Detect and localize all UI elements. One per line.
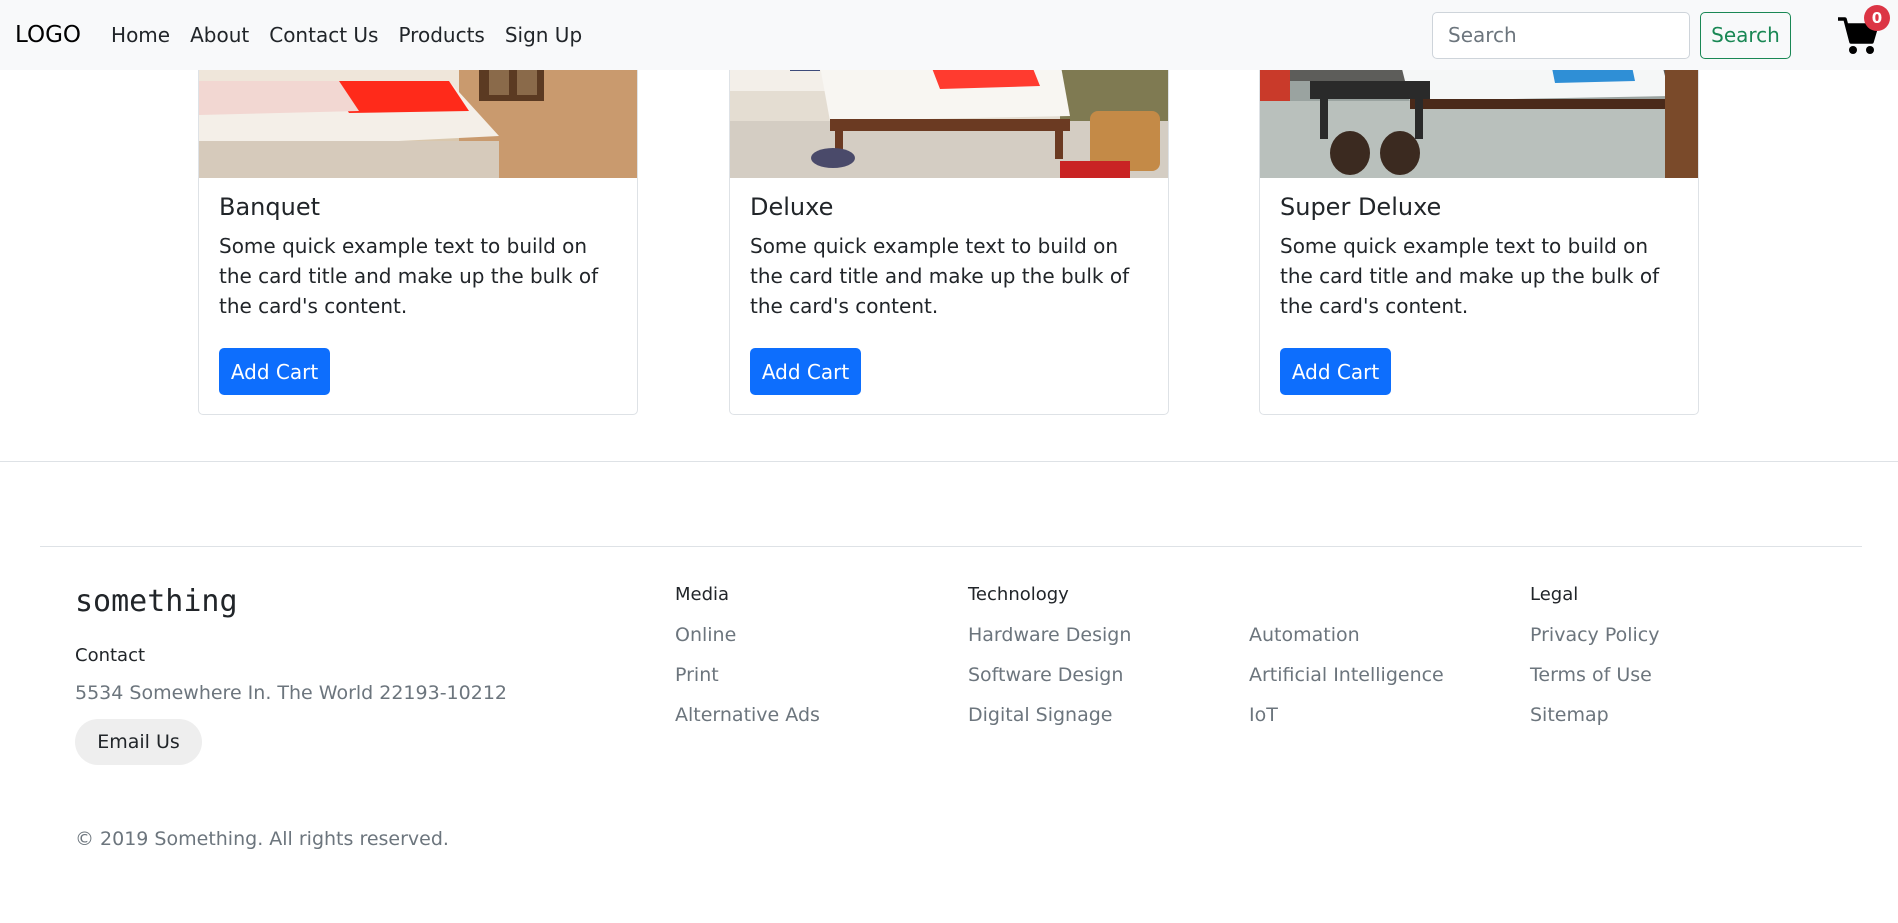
card-body: Deluxe Some quick example text to build … [750, 193, 1148, 321]
card-title: Super Deluxe [1280, 193, 1442, 221]
address-text: 5534 Somewhere In. The World 22193-10212 [75, 682, 507, 704]
footer-divider [40, 546, 1862, 547]
footer-link-online[interactable]: Online [675, 624, 820, 664]
card-title: Deluxe [750, 193, 834, 221]
footer-link-hardware-design[interactable]: Hardware Design [968, 624, 1131, 664]
footer-column-media: Media Online Print Alternative Ads [675, 584, 820, 744]
product-card: Super Deluxe Some quick example text to … [1259, 40, 1699, 415]
add-cart-button[interactable]: Add Cart [750, 348, 861, 395]
card-title: Banquet [219, 193, 321, 221]
nav-link-products[interactable]: Products [398, 23, 484, 47]
footer-link-terms-of-use[interactable]: Terms of Use [1530, 664, 1659, 704]
card-body: Super Deluxe Some quick example text to … [1280, 193, 1678, 321]
footer-link-privacy-policy[interactable]: Privacy Policy [1530, 624, 1659, 664]
footer-brand: something [75, 584, 238, 619]
footer-link-software-design[interactable]: Software Design [968, 664, 1131, 704]
footer-link-sitemap[interactable]: Sitemap [1530, 704, 1659, 744]
card-text: Some quick example text to build on the … [750, 234, 1130, 318]
add-cart-button[interactable]: Add Cart [219, 348, 330, 395]
footer-link-iot[interactable]: IoT [1249, 704, 1444, 744]
nav-link-signup[interactable]: Sign Up [505, 23, 582, 47]
nav-link-about[interactable]: About [190, 23, 249, 47]
copyright-text: © 2019 Something. All rights reserved. [75, 828, 449, 850]
card-text: Some quick example text to build on the … [219, 234, 599, 318]
product-card: Banquet Some quick example text to build… [198, 40, 638, 415]
section-divider [0, 461, 1898, 462]
footer-column-heading: Technology [968, 584, 1069, 605]
nav-link-contact[interactable]: Contact Us [269, 23, 378, 47]
contact-label: Contact [75, 645, 146, 666]
footer-link-digital-signage[interactable]: Digital Signage [968, 704, 1131, 744]
search-input[interactable] [1432, 11, 1690, 59]
footer-link-artificial-intelligence[interactable]: Artificial Intelligence [1249, 664, 1444, 704]
search-button[interactable]: Search [1700, 11, 1791, 59]
footer-column-heading: Legal [1530, 584, 1579, 605]
nav-link-home[interactable]: Home [111, 23, 170, 47]
nav-right: Search 0 [1432, 0, 1890, 70]
logo[interactable]: LOGO [15, 22, 81, 48]
email-us-button[interactable]: Email Us [75, 719, 202, 765]
nav-links: Home About Contact Us Products Sign Up [111, 23, 602, 47]
add-cart-button[interactable]: Add Cart [1280, 348, 1391, 395]
cart-count-badge: 0 [1864, 5, 1890, 31]
card-text: Some quick example text to build on the … [1280, 234, 1660, 318]
product-card: Deluxe Some quick example text to build … [729, 40, 1169, 415]
footer-link-automation[interactable]: Automation [1249, 624, 1444, 664]
footer-column-legal: Legal Privacy Policy Terms of Use Sitema… [1530, 584, 1659, 744]
card-body: Banquet Some quick example text to build… [219, 193, 617, 321]
footer-column-technology: Technology Hardware Design Software Desi… [968, 584, 1131, 744]
footer-column-heading [1249, 584, 1444, 608]
footer-link-alternative-ads[interactable]: Alternative Ads [675, 704, 820, 744]
navbar: LOGO Home About Contact Us Products Sign… [0, 0, 1898, 70]
cart-button[interactable]: 0 [1836, 5, 1890, 57]
footer-column-technology-2: Automation Artificial Intelligence IoT [1249, 584, 1444, 744]
footer-link-print[interactable]: Print [675, 664, 820, 704]
footer-column-heading: Media [675, 584, 730, 605]
